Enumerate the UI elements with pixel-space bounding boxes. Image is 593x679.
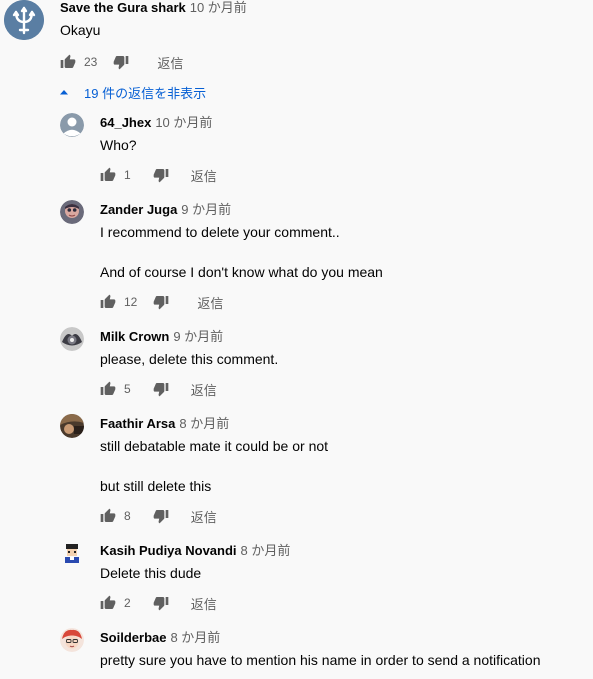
avatar-soilderbae[interactable] (60, 628, 84, 652)
reply-button[interactable]: 返信 (191, 380, 217, 399)
hide-replies-button[interactable]: 19 件の返信を非表示 (58, 83, 206, 101)
reply-header: 64_Jhex 10 か月前 (100, 115, 212, 131)
reply-button[interactable]: 返信 (191, 507, 217, 526)
thumbs-down-icon (153, 169, 169, 183)
reply-header: Zander Juga 9 か月前 (100, 202, 231, 218)
reply-actions: 5 返信 (100, 379, 217, 399)
avatar-save-the-gura-shark[interactable] (4, 0, 44, 40)
default-avatar-icon (60, 113, 84, 137)
reply-button[interactable]: 返信 (191, 594, 217, 613)
thumbs-down-icon (154, 296, 169, 310)
like-count: 1 (124, 168, 131, 182)
caret-up-icon (60, 90, 68, 95)
thumbs-up-icon (60, 54, 76, 68)
author-name[interactable]: Faathir Arsa (100, 416, 175, 431)
avatar-faathir-arsa[interactable] (60, 414, 84, 438)
like-button[interactable] (100, 167, 116, 183)
profile-picture-icon (60, 414, 84, 438)
comment-text: Okayu (60, 22, 101, 38)
like-count: 2 (124, 596, 131, 610)
dislike-button[interactable] (153, 381, 169, 397)
timestamp[interactable]: 8 か月前 (170, 630, 220, 645)
timestamp[interactable]: 10 か月前 (190, 0, 247, 15)
author-name[interactable]: Soilderbae (100, 630, 166, 645)
reply-text: still debatable mate it could be or not … (100, 438, 329, 494)
thumbs-down-icon (153, 597, 169, 611)
reply-text: pretty sure you have to mention his name… (100, 652, 541, 668)
timestamp[interactable]: 8 か月前 (241, 543, 291, 558)
author-name[interactable]: 64_Jhex (100, 115, 151, 130)
reply-button[interactable]: 返信 (197, 293, 223, 312)
timestamp[interactable]: 9 か月前 (181, 202, 231, 217)
thumbs-up-icon (100, 381, 116, 395)
reply-actions: 8 返信 (100, 506, 217, 526)
avatar-64-jhex[interactable] (60, 113, 84, 137)
thumbs-down-icon (153, 383, 169, 397)
reply-button[interactable]: 返信 (157, 53, 183, 72)
pixel-art-avatar-icon (60, 541, 84, 565)
like-button[interactable] (100, 294, 116, 310)
timestamp[interactable]: 10 か月前 (155, 115, 212, 130)
comment-actions: 23 返信 (60, 52, 183, 72)
thumbs-up-icon (100, 294, 116, 308)
timestamp[interactable]: 8 か月前 (179, 416, 229, 431)
like-button[interactable] (100, 595, 116, 611)
reply-header: Soilderbae 8 か月前 (100, 630, 220, 646)
like-button[interactable] (100, 508, 116, 524)
reply-actions: 2 返信 (100, 593, 217, 613)
avatar-zander-juga[interactable] (60, 200, 84, 224)
reply-actions: 12 返信 (100, 292, 223, 312)
like-count: 8 (124, 509, 131, 523)
reply-text: I recommend to delete your comment.. And… (100, 224, 383, 280)
like-count: 23 (84, 55, 98, 69)
like-button[interactable] (100, 381, 116, 397)
like-count: 12 (124, 295, 138, 309)
reply-actions: 1 返信 (100, 165, 217, 185)
hide-replies-label: 19 件の返信を非表示 (84, 85, 207, 101)
dislike-button[interactable] (153, 167, 169, 183)
profile-picture-icon (60, 200, 84, 224)
reply-text: please, delete this comment. (100, 351, 279, 367)
author-name[interactable]: Milk Crown (100, 329, 169, 344)
thumbs-up-icon (100, 595, 116, 609)
dislike-button[interactable] (153, 595, 169, 611)
like-button[interactable] (60, 54, 76, 70)
thumbs-up-icon (100, 167, 116, 181)
reply-header: Milk Crown 9 か月前 (100, 329, 223, 345)
author-name[interactable]: Kasih Pudiya Novandi (100, 543, 237, 558)
profile-picture-icon (60, 628, 84, 652)
comment-header: Save the Gura shark 10 か月前 (60, 0, 247, 16)
reply-text: Delete this dude (100, 565, 202, 581)
dislike-button[interactable] (153, 294, 169, 310)
reply-button[interactable]: 返信 (191, 166, 217, 185)
avatar-milk-crown[interactable] (60, 327, 84, 351)
avatar-kasih-pudiya-novandi[interactable] (60, 541, 84, 565)
reply-text: Who? (100, 137, 137, 153)
timestamp[interactable]: 9 か月前 (173, 329, 223, 344)
author-name[interactable]: Save the Gura shark (60, 0, 186, 15)
author-name[interactable]: Zander Juga (100, 202, 177, 217)
thumbs-down-icon (114, 56, 129, 70)
like-count: 5 (124, 382, 131, 396)
dislike-button[interactable] (153, 508, 169, 524)
trident-icon (4, 0, 44, 40)
reply-header: Faathir Arsa 8 か月前 (100, 416, 229, 432)
thumbs-down-icon (153, 510, 169, 524)
reply-header: Kasih Pudiya Novandi 8 か月前 (100, 543, 290, 559)
profile-picture-icon (60, 327, 84, 351)
thumbs-up-icon (100, 508, 116, 522)
dislike-button[interactable] (113, 54, 129, 70)
